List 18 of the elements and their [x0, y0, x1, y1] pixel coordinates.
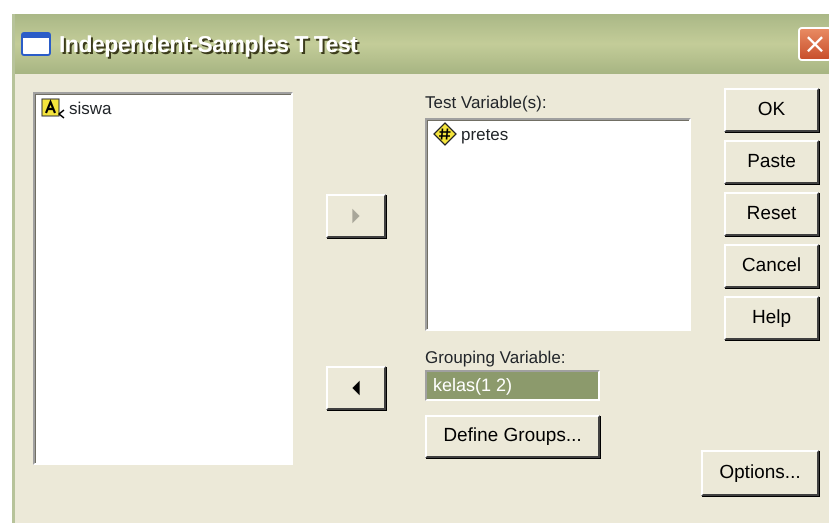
- dialog-button[interactable]: Help: [724, 296, 819, 340]
- variable-list[interactable]: siswa: [33, 92, 293, 465]
- window-icon: [21, 32, 51, 56]
- test-variables-label: Test Variable(s):: [425, 92, 548, 114]
- dialog-button[interactable]: Paste: [724, 140, 819, 184]
- variable-item[interactable]: pretes: [427, 120, 689, 149]
- window-title: Independent-Samples T Test: [59, 30, 358, 59]
- move-left-button[interactable]: [326, 366, 386, 410]
- nominal-variable-icon: [41, 98, 65, 120]
- variable-item[interactable]: siswa: [35, 94, 291, 124]
- grouping-variable-label: Grouping Variable:: [425, 346, 566, 368]
- dialog-button[interactable]: Reset: [724, 192, 819, 236]
- scale-variable-icon: [433, 122, 457, 146]
- test-variables-list[interactable]: pretes: [425, 118, 691, 330]
- options-button[interactable]: Options...: [701, 450, 819, 496]
- dialog-button[interactable]: Cancel: [724, 244, 819, 288]
- define-groups-button[interactable]: Define Groups...: [425, 415, 600, 458]
- dialog-button[interactable]: OK: [724, 88, 819, 132]
